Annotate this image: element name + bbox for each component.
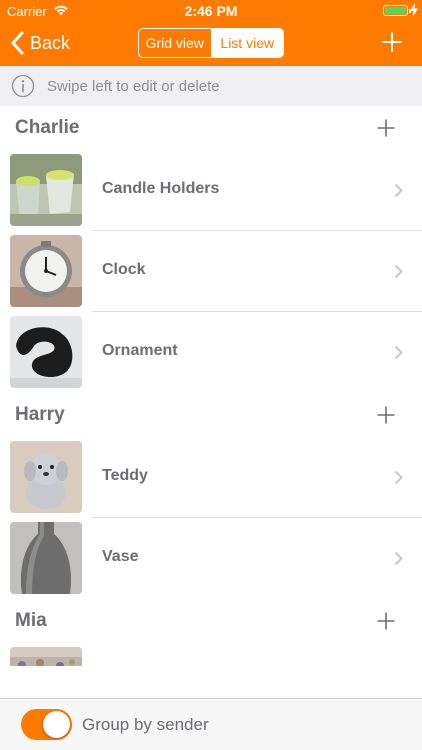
chevron-right-icon <box>394 183 403 198</box>
list-item-teddy[interactable]: Teddy <box>0 437 422 518</box>
segment-list-view[interactable]: List view <box>210 29 283 57</box>
section-header-charlie: Charlie <box>0 106 422 150</box>
list-item-clock[interactable]: Clock <box>0 231 422 312</box>
section-header-mia: Mia <box>0 599 422 643</box>
item-title: Vase <box>102 548 139 565</box>
chevron-right-icon <box>394 551 403 566</box>
section-title: Harry <box>15 404 65 425</box>
status-bar: Carrier 2:46 PM <box>0 0 422 22</box>
item-list[interactable]: Charlie Candle Holders Clock Ornament Ha… <box>0 106 422 666</box>
list-item-partial[interactable] <box>0 643 422 666</box>
chevron-left-icon <box>11 31 24 55</box>
back-button[interactable]: Back <box>10 30 70 56</box>
candle-holders-thumbnail <box>10 154 82 226</box>
list-item-vase[interactable]: Vase <box>0 518 422 599</box>
charging-bolt-icon <box>410 3 418 17</box>
segment-grid-view[interactable]: Grid view <box>139 29 211 57</box>
toggle-knob <box>43 711 70 738</box>
battery-fill <box>385 7 406 14</box>
clock-time: 2:46 PM <box>184 3 238 19</box>
view-mode-segmented-control: Grid view List view <box>138 28 284 58</box>
battery-icon <box>383 5 411 16</box>
chevron-right-icon <box>394 264 403 279</box>
group-by-sender-toggle[interactable] <box>21 709 72 740</box>
add-item-plus-icon[interactable] <box>377 119 395 137</box>
bottom-toolbar: Group by sender <box>0 698 422 750</box>
teddy-thumbnail <box>10 441 82 513</box>
info-icon <box>11 74 35 98</box>
ornament-thumbnail <box>10 316 82 388</box>
partial-item-thumbnail <box>10 647 82 666</box>
section-title: Charlie <box>15 117 80 138</box>
item-title: Ornament <box>102 342 178 359</box>
add-item-plus-icon[interactable] <box>377 406 395 424</box>
section-title: Mia <box>15 610 47 631</box>
item-title: Clock <box>102 261 146 278</box>
add-plus-icon[interactable] <box>382 32 402 52</box>
section-header-harry: Harry <box>0 393 422 437</box>
add-item-plus-icon[interactable] <box>377 612 395 630</box>
swipe-hint-bar: Swipe left to edit or delete <box>0 66 422 106</box>
item-title: Candle Holders <box>102 180 220 197</box>
chevron-right-icon <box>394 470 403 485</box>
chevron-right-icon <box>394 345 403 360</box>
navigation-bar: Carrier 2:46 PM Back Grid view List view <box>0 0 422 66</box>
list-item-ornament[interactable]: Ornament <box>0 312 422 393</box>
clock-thumbnail <box>10 235 82 307</box>
vase-thumbnail <box>10 522 82 594</box>
list-item-candle-holders[interactable]: Candle Holders <box>0 150 422 231</box>
item-title: Teddy <box>102 467 148 484</box>
swipe-hint-text: Swipe left to edit or delete <box>47 77 220 95</box>
toggle-label: Group by sender <box>82 714 209 734</box>
back-label: Back <box>30 32 71 53</box>
